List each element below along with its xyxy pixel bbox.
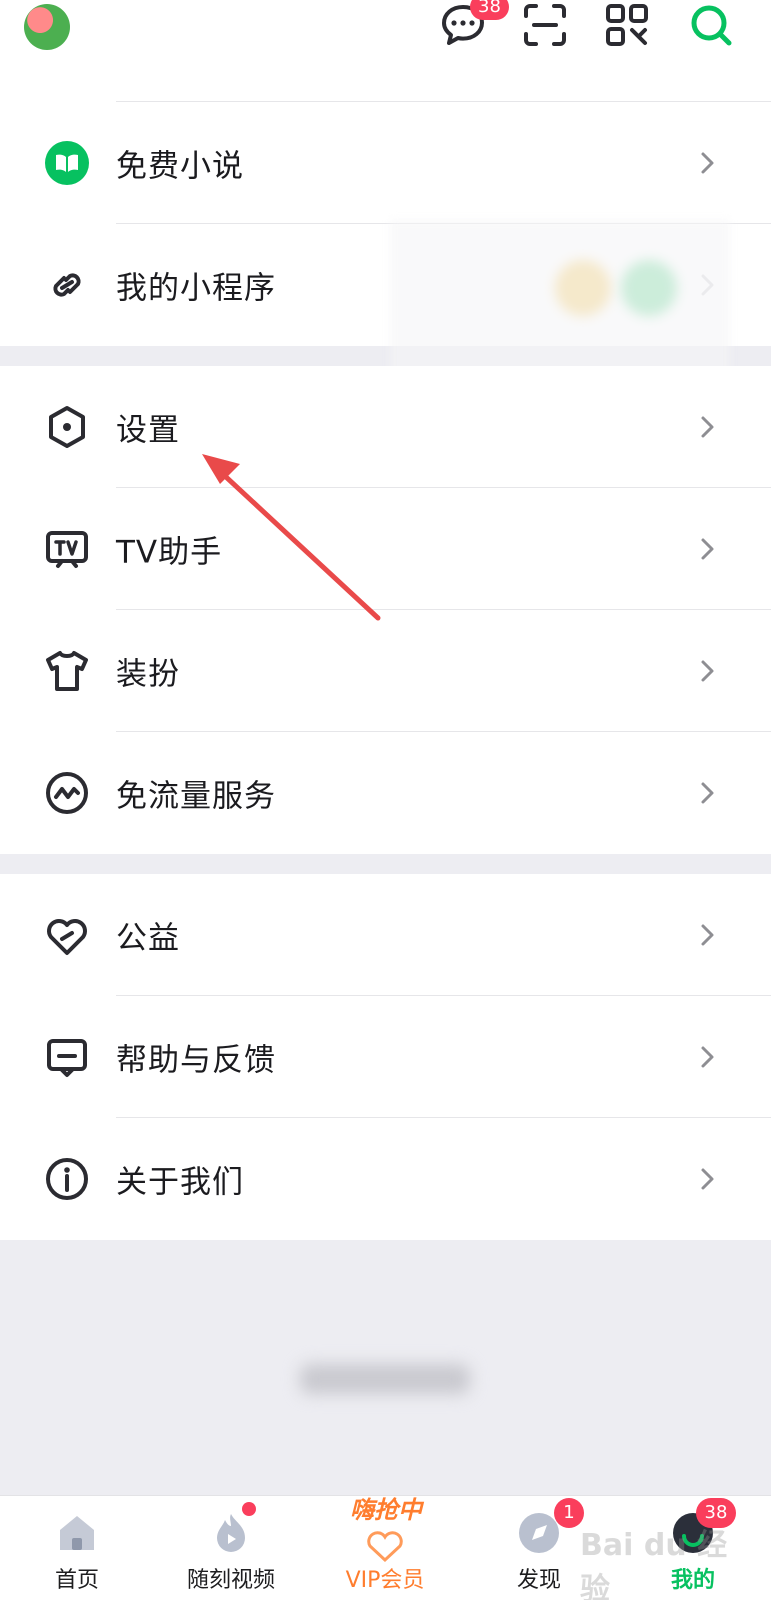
avatar[interactable] bbox=[24, 4, 70, 50]
menu-item-label: 关于我们 bbox=[116, 1164, 244, 1201]
menu-item-tv-assistant[interactable]: TV助手 bbox=[0, 488, 771, 610]
menu-item-help-feedback[interactable]: 帮助与反馈 bbox=[0, 996, 771, 1118]
menu-item-about-us[interactable]: 关于我们 bbox=[0, 1118, 771, 1240]
menu-section-2: 设置 TV助手 装扮 免流量服务 bbox=[0, 366, 771, 854]
tab-label: VIP会员 bbox=[345, 1568, 425, 1593]
mini-program-icon bbox=[44, 262, 90, 308]
blurred-overlay bbox=[390, 220, 730, 380]
book-icon bbox=[44, 140, 90, 186]
menu-item-label: 我的小程序 bbox=[116, 270, 276, 307]
search-icon[interactable] bbox=[686, 0, 736, 50]
menu-item-settings[interactable]: 设置 bbox=[0, 366, 771, 488]
feedback-icon bbox=[44, 1034, 90, 1080]
message-badge: 38 bbox=[470, 0, 509, 20]
chevron-right-icon bbox=[701, 538, 714, 560]
heart-icon bbox=[44, 912, 90, 958]
chevron-right-icon bbox=[701, 416, 714, 438]
tab-label: 首页 bbox=[54, 1568, 99, 1593]
menu-item-free-novel[interactable]: 免费小说 bbox=[0, 102, 771, 224]
vip-promo-label: 嗨抢中 bbox=[350, 1496, 422, 1524]
chevron-right-icon bbox=[701, 1046, 714, 1068]
tab-label: 随刻视频 bbox=[186, 1568, 275, 1593]
blurred-footer-text bbox=[300, 1364, 470, 1394]
chevron-right-icon bbox=[701, 152, 714, 174]
chevron-right-icon bbox=[701, 1168, 714, 1190]
qr-code-icon[interactable] bbox=[602, 0, 652, 50]
watermark: Bai du 经验 bbox=[580, 1528, 728, 1600]
menu-item-free-data-service[interactable]: 免流量服务 bbox=[0, 732, 771, 854]
menu-item-label: 装扮 bbox=[116, 656, 180, 693]
scan-icon[interactable] bbox=[520, 0, 570, 50]
notification-dot bbox=[242, 1502, 256, 1516]
settings-hex-icon bbox=[44, 404, 90, 450]
chevron-right-icon bbox=[701, 782, 714, 804]
menu-item-label: 帮助与反馈 bbox=[116, 1042, 276, 1079]
menu-item-charity[interactable]: 公益 bbox=[0, 874, 771, 996]
chevron-right-icon bbox=[701, 660, 714, 682]
menu-item-dress-up[interactable]: 装扮 bbox=[0, 610, 771, 732]
wave-icon bbox=[44, 770, 90, 816]
home-icon bbox=[60, 1516, 94, 1550]
chevron-right-icon bbox=[701, 924, 714, 946]
menu-item-label: 公益 bbox=[116, 920, 180, 957]
shirt-icon bbox=[44, 648, 90, 694]
menu-item-label: 免费小说 bbox=[116, 148, 244, 185]
menu-section-3: 公益 帮助与反馈 关于我们 bbox=[0, 874, 771, 1240]
section-gap bbox=[0, 854, 771, 874]
info-icon bbox=[44, 1156, 90, 1202]
menu-item-label: 免流量服务 bbox=[116, 778, 276, 815]
video-flame-icon bbox=[217, 1514, 245, 1552]
top-bar: 38 bbox=[0, 0, 771, 102]
tab-video[interactable]: 随刻视频 bbox=[154, 1496, 308, 1600]
tab-home[interactable]: 首页 bbox=[0, 1496, 154, 1600]
menu-item-label: TV助手 bbox=[116, 534, 223, 571]
tv-icon bbox=[44, 526, 90, 572]
menu-item-label: 设置 bbox=[116, 412, 180, 449]
